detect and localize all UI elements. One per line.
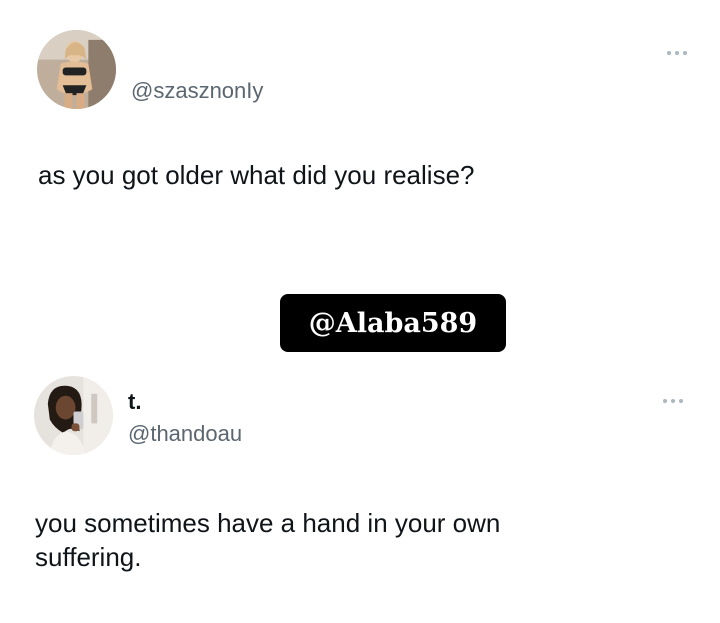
watermark-badge: @Alaba589 — [280, 294, 506, 352]
tweet-2: t. @thandoau you sometimes have a hand i… — [0, 360, 720, 623]
dot — [663, 399, 667, 403]
profile-photo-icon — [37, 30, 116, 109]
tweet-text: as you got older what did you realise? — [38, 160, 475, 190]
dot — [675, 51, 679, 55]
tweet-handle[interactable]: @szasznonIy — [131, 78, 263, 104]
tweet-text: you sometimes have a hand in your own su… — [35, 508, 501, 572]
dot — [667, 51, 671, 55]
tweet-handle[interactable]: @thandoau — [128, 421, 242, 447]
more-options-icon[interactable] — [667, 49, 687, 57]
profile-photo-icon — [34, 376, 113, 455]
avatar-szasznonly[interactable] — [37, 30, 116, 109]
more-options-icon[interactable] — [663, 397, 683, 405]
dot — [671, 399, 675, 403]
tweet-display-name[interactable]: t. — [128, 389, 141, 415]
dot — [679, 399, 683, 403]
dot — [683, 51, 687, 55]
avatar-thandoau[interactable] — [34, 376, 113, 455]
tweet-1: @szasznonIy as you got older what did yo… — [0, 0, 720, 290]
